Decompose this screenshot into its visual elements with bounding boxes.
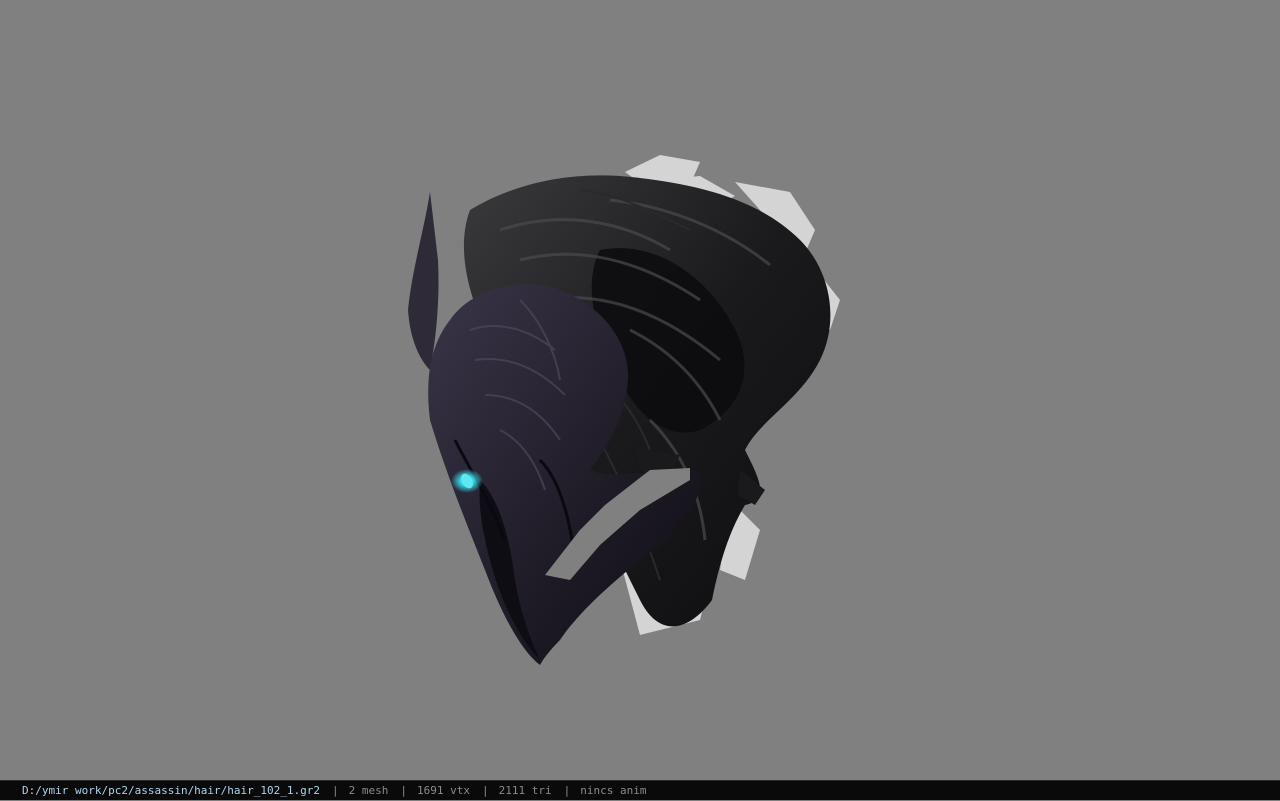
eye-glow-icon bbox=[451, 469, 483, 493]
vertex-count: 1691 vtx bbox=[417, 783, 470, 797]
mesh-count: 2 mesh bbox=[348, 783, 389, 797]
status-separator: | bbox=[332, 783, 339, 797]
status-separator: | bbox=[400, 783, 408, 797]
status-separator: | bbox=[482, 783, 489, 797]
status-bar: D:/ymir work/pc2/assassin/hair/hair_102_… bbox=[0, 780, 1280, 800]
hair-model-render bbox=[408, 155, 840, 665]
file-path: D:/ymir work/pc2/assassin/hair/hair_102_… bbox=[22, 783, 321, 797]
horn-blade bbox=[408, 192, 439, 370]
status-separator: | bbox=[563, 783, 571, 797]
model-viewport[interactable] bbox=[0, 0, 1280, 780]
animation-status: nincs anim bbox=[580, 783, 647, 797]
triangle-count: 2111 tri bbox=[498, 783, 552, 797]
